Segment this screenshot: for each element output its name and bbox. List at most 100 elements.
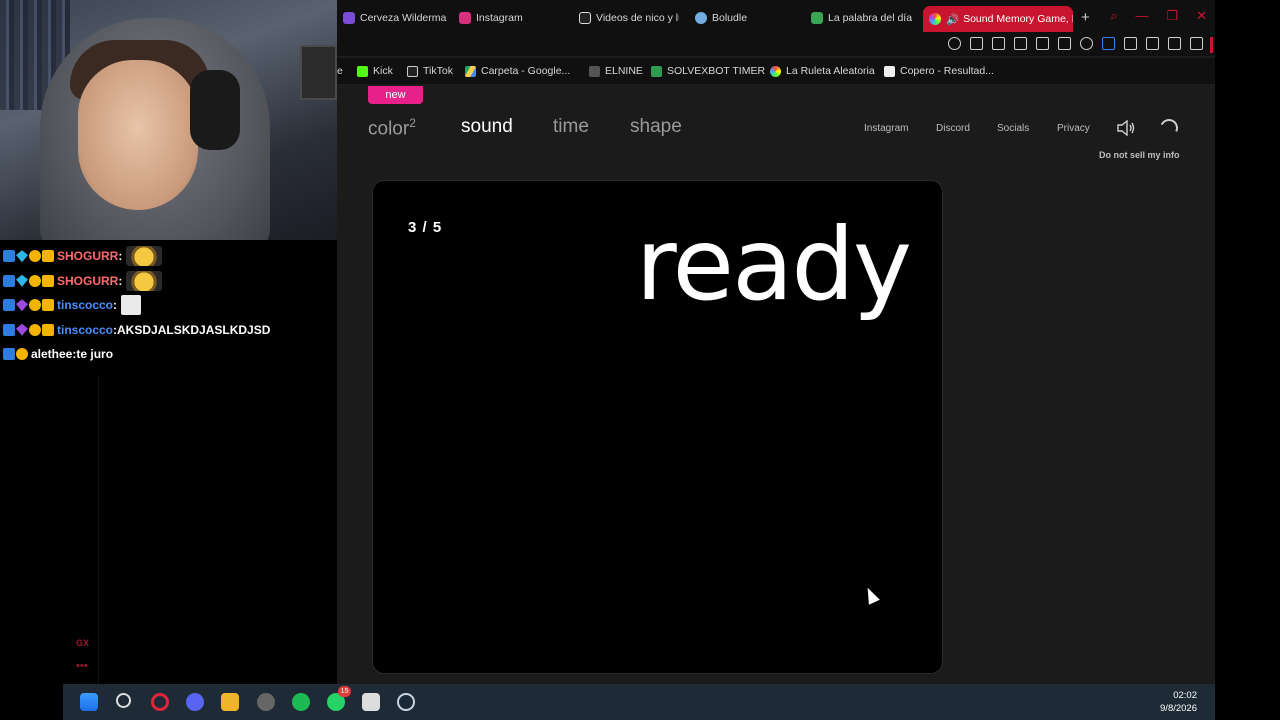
zoom-icon[interactable] [948, 37, 961, 50]
google-drive-icon [465, 65, 476, 77]
coin-badge-icon [29, 274, 41, 287]
instagram-icon [459, 12, 471, 24]
chat-username: tinscocco [57, 322, 114, 337]
chat-message: alethee : te juro [0, 342, 337, 367]
clock-date: 9/8/2026 [1160, 703, 1197, 714]
extensions-icon[interactable] [1124, 37, 1137, 50]
close-icon[interactable]: ✕ [1196, 8, 1207, 24]
play-icon[interactable] [1058, 37, 1071, 50]
search-tabs-icon[interactable]: ⌕ [1110, 8, 1117, 24]
tab-videos[interactable]: Videos de nico y lu [579, 7, 679, 29]
maximize-icon[interactable]: ❐ [1166, 8, 1178, 24]
download-icon[interactable] [1168, 37, 1181, 50]
nav-time[interactable]: time [553, 116, 589, 138]
windows-taskbar: 15 02:02 9/8/2026 [63, 684, 1215, 720]
translate-icon[interactable] [1036, 37, 1049, 50]
bookmark-elnine[interactable]: ELNINE [589, 65, 643, 77]
chat-separator: : [113, 298, 118, 313]
menu-icon[interactable] [1190, 37, 1203, 50]
bookmark-label: TikTok [423, 65, 453, 77]
discord-icon[interactable] [186, 693, 204, 711]
coin-badge-icon [29, 323, 41, 336]
gem-badge-icon [16, 274, 28, 287]
bookmark-copero[interactable]: Copero - Resultad... [884, 65, 994, 77]
bookmark-tiktok[interactable]: TikTok [407, 65, 453, 77]
bookmark-solvexbot[interactable]: SOLVEXBOT TIMER [651, 65, 765, 77]
bookmark-carpeta[interactable]: Carpeta - Google... [465, 65, 570, 77]
gx-logo: GX [76, 638, 90, 648]
obs-icon[interactable] [257, 693, 275, 711]
coin-badge-icon [29, 299, 41, 312]
more-dots-icon[interactable]: ••• [76, 660, 88, 672]
accent-bar [1210, 37, 1213, 53]
chat-message: SHOGURR : [0, 269, 337, 294]
chat-message: tinscocco : AKSDJALSKDJASLKDJSD [0, 318, 337, 343]
tiktok-icon [579, 12, 591, 24]
search-icon[interactable] [116, 693, 131, 708]
system-clock[interactable]: 02:02 9/8/2026 [1160, 689, 1197, 715]
new-tab-button[interactable]: + [1081, 9, 1090, 26]
gem-badge-icon [16, 299, 28, 312]
file-explorer-icon[interactable] [221, 693, 239, 711]
tiktok-icon [407, 65, 418, 77]
color-wheel-icon [929, 13, 941, 25]
bookmark-label: ELNINE [605, 65, 643, 77]
elnine-icon [589, 65, 600, 77]
crown-badge-icon [42, 250, 54, 263]
bookmark-item[interactable]: e [337, 65, 343, 77]
chat-username: SHOGURR [57, 249, 119, 264]
pin-icon[interactable] [970, 37, 983, 50]
spotify-icon[interactable] [292, 693, 310, 711]
opera-gx-icon[interactable] [151, 693, 169, 711]
crown-badge-icon [42, 299, 54, 312]
audio-wave-icon[interactable] [1102, 37, 1115, 50]
streamer-face [78, 60, 198, 210]
tab-label: Videos de nico y lu [596, 12, 679, 24]
mail-icon[interactable] [362, 693, 380, 711]
prime-badge-icon [3, 250, 15, 263]
nav-sound[interactable]: sound [461, 116, 513, 138]
coin-badge-icon [16, 348, 28, 361]
dark-mode-moon-icon[interactable] [1157, 116, 1181, 140]
tab-palabra[interactable]: La palabra del día [811, 7, 921, 29]
discord-link[interactable]: Discord [936, 123, 970, 134]
bookmark-ruleta[interactable]: La Ruleta Aleatoria [770, 65, 875, 77]
kick-icon [357, 65, 368, 77]
wheel-icon [770, 65, 781, 77]
tab-sound-memory-game[interactable]: 🔊 Sound Memory Game, I [923, 6, 1073, 32]
mouse-cursor-icon [862, 585, 880, 605]
notification-badge: 15 [338, 686, 351, 697]
copero-icon [884, 65, 895, 77]
minimize-icon[interactable]: — [1135, 8, 1148, 24]
tab-boludle[interactable]: Boludle [695, 7, 785, 29]
bookmark-kick[interactable]: Kick [357, 65, 393, 77]
privacy-link[interactable]: Privacy [1057, 123, 1090, 134]
nav-color-label: color [368, 118, 410, 140]
new-badge[interactable]: new [368, 86, 423, 104]
profile-icon[interactable] [1146, 37, 1159, 50]
instagram-link[interactable]: Instagram [864, 123, 908, 134]
windows-start-icon[interactable] [80, 693, 98, 711]
steam-icon[interactable] [397, 693, 415, 711]
do-not-sell-link[interactable]: Do not sell my info [1099, 150, 1180, 160]
audio-playing-icon[interactable]: 🔊 [946, 13, 959, 26]
shield-icon[interactable] [1014, 37, 1027, 50]
gemini-icon [343, 12, 355, 24]
nav-shape[interactable]: shape [630, 116, 682, 138]
tab-label: La palabra del día [828, 12, 913, 24]
argentina-flag-icon [695, 12, 707, 24]
chat-username: SHOGURR [57, 273, 119, 288]
tab-instagram[interactable]: Instagram [459, 7, 559, 29]
speaker-icon[interactable] [1117, 120, 1135, 136]
clock-time: 02:02 [1173, 690, 1197, 701]
game-board[interactable]: 3 / 5 ready [372, 180, 943, 674]
chat-overlay: SHOGURR : SHOGURR : tinscocco : tinscocc… [0, 244, 337, 367]
prime-badge-icon [3, 299, 15, 312]
coin-badge-icon [29, 250, 41, 263]
snapshot-icon[interactable] [992, 37, 1005, 50]
socials-link[interactable]: Socials [997, 123, 1029, 134]
heart-icon[interactable] [1080, 37, 1093, 50]
nav-color[interactable]: color2 [368, 116, 416, 140]
tab-cerveza[interactable]: Cerveza Wilderma [343, 7, 447, 29]
toolbar-icons [948, 37, 1203, 50]
